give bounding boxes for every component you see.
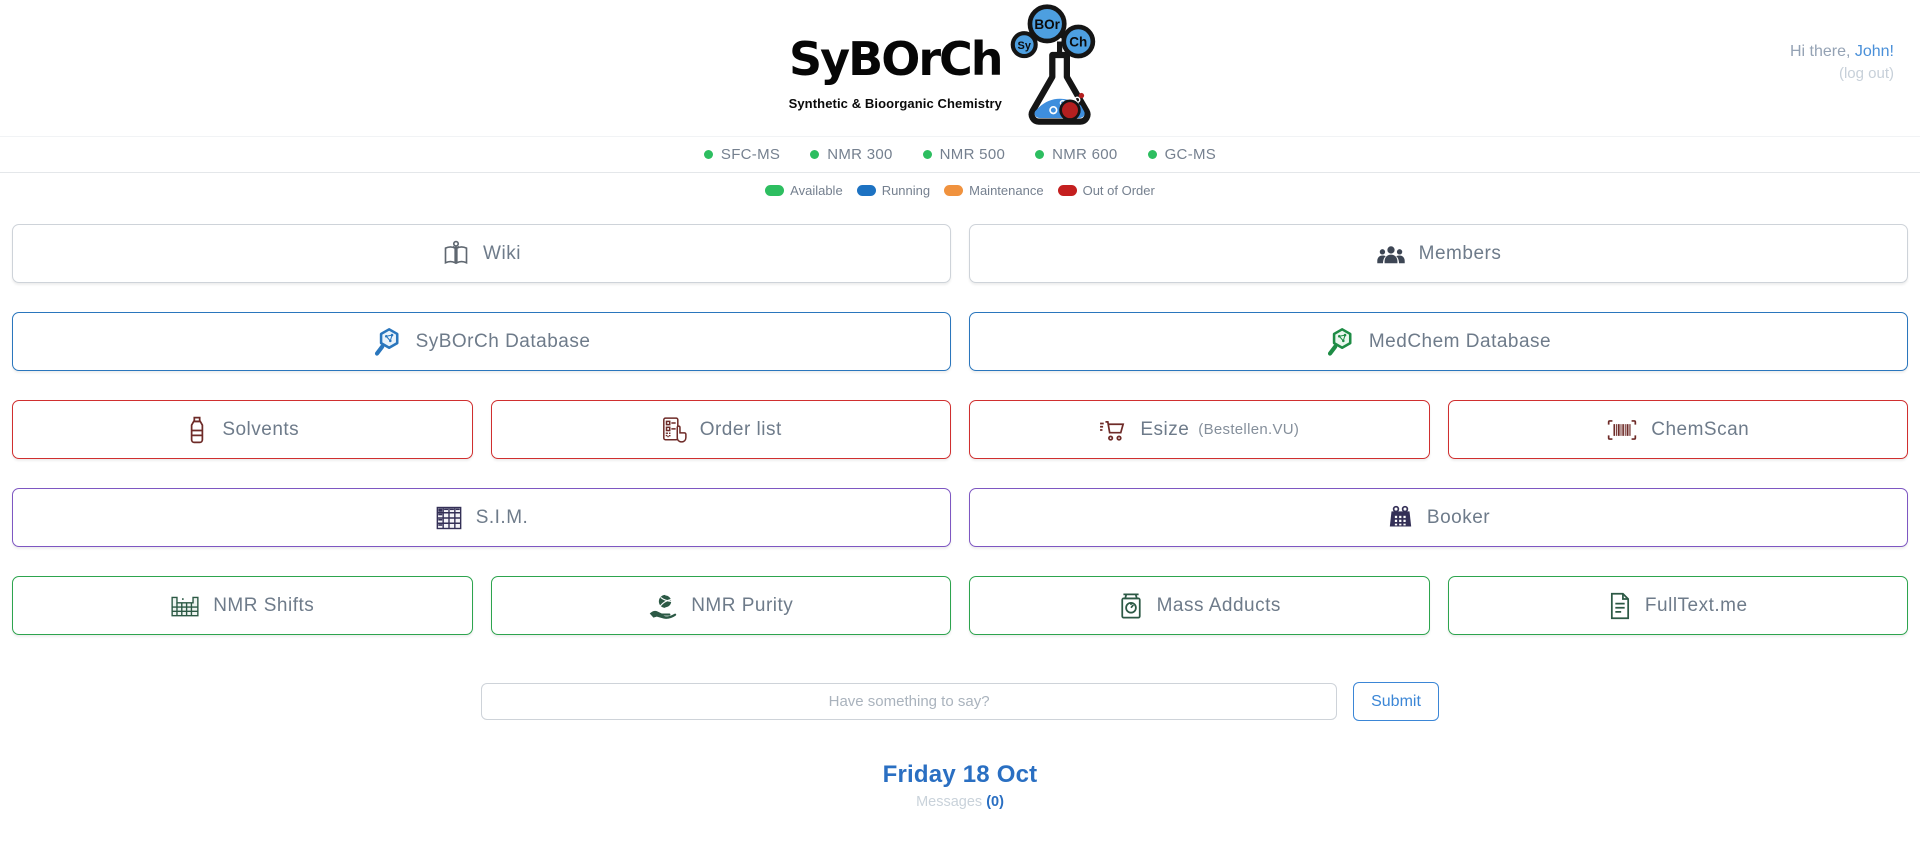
tile-label: SyBOrCh Database xyxy=(415,330,591,352)
current-date: Friday 18 Oct xyxy=(882,761,1038,788)
legend-pill-out-of-order xyxy=(1057,185,1077,196)
tile-solvents[interactable]: Solvents xyxy=(12,400,473,459)
logo-title: SyBOrCh xyxy=(789,32,1003,86)
tile-mass-adducts[interactable]: Mass Adducts xyxy=(969,576,1430,635)
tile-medchem-database[interactable]: MedChem Database xyxy=(969,312,1908,371)
instrument-nmr-500[interactable]: NMR 500 xyxy=(922,146,1005,163)
tile-label: FullText.me xyxy=(1644,594,1748,616)
tile-chemscan[interactable]: ChemScan xyxy=(1447,400,1908,459)
tile-label: S.I.M. xyxy=(475,506,529,528)
tile-label: ChemScan xyxy=(1651,418,1750,440)
logo[interactable]: SyBOrCh Synthetic & Bioorganic Chemistry… xyxy=(789,4,1112,130)
members-people-icon xyxy=(1376,245,1405,263)
logo-bubble-bor: BOr xyxy=(1035,17,1061,32)
flask-logo-icon: BOr Ch Sy xyxy=(1011,4,1096,125)
tile-syborch-database[interactable]: SyBOrCh Database xyxy=(12,312,951,371)
instrument-nmr-600[interactable]: NMR 600 xyxy=(1035,146,1117,163)
greeting-text: Hi there, xyxy=(1789,43,1855,60)
status-dot-available xyxy=(703,150,713,159)
tile-members[interactable]: Members xyxy=(969,224,1908,283)
tile-label: Mass Adducts xyxy=(1156,594,1281,616)
tile-order-list[interactable]: Order list xyxy=(490,400,951,459)
messages-line[interactable]: Messages (0) xyxy=(0,794,1920,810)
shopping-cart-icon xyxy=(1100,420,1125,441)
legend-running: Running xyxy=(856,183,930,198)
document-icon xyxy=(1610,592,1629,619)
tile-label: Members xyxy=(1418,242,1502,264)
instrument-status-bar: SFC-MS NMR 300 NMR 500 NMR 600 GC-MS xyxy=(0,136,1920,173)
tile-label: MedChem Database xyxy=(1368,330,1552,352)
tile-label: NMR Shifts xyxy=(213,594,315,616)
tile-label: NMR Purity xyxy=(691,594,794,616)
status-dot-available xyxy=(1147,150,1157,159)
tile-sim[interactable]: S.I.M. xyxy=(12,488,951,547)
legend-available: Available xyxy=(765,183,843,198)
greeting-username: John! xyxy=(1854,43,1894,60)
legend-pill-maintenance xyxy=(944,185,964,196)
tile-label: Solvents xyxy=(222,418,300,440)
legend-pill-running xyxy=(856,185,876,196)
bottle-icon xyxy=(191,416,204,443)
logo-bubble-ch: Ch xyxy=(1070,35,1088,50)
calendar-icon xyxy=(1389,505,1412,527)
wiki-book-icon xyxy=(444,240,468,264)
tile-sublabel: (Bestellen.VU) xyxy=(1198,421,1300,438)
greeting: Hi there, John! (log out) xyxy=(1790,40,1894,85)
app-tile-grid: Wiki Members SyBOrCh Database MedChem Da… xyxy=(12,224,1908,635)
legend-out-of-order: Out of Order xyxy=(1057,183,1155,198)
periodic-table-icon xyxy=(171,596,199,616)
message-composer: Submit xyxy=(0,682,1920,721)
status-dot-available xyxy=(810,150,820,159)
status-legend: Available Running Maintenance Out of Ord… xyxy=(0,183,1920,198)
tile-nmr-shifts[interactable]: NMR Shifts xyxy=(12,576,473,635)
tile-fulltext[interactable]: FullText.me xyxy=(1447,576,1908,635)
header: SyBOrCh Synthetic & Bioorganic Chemistry… xyxy=(0,0,1920,136)
instrument-sfc-ms[interactable]: SFC-MS xyxy=(703,146,780,163)
message-input[interactable] xyxy=(481,683,1338,720)
barcode-icon xyxy=(1608,419,1637,440)
tile-booker[interactable]: Booker xyxy=(969,488,1908,547)
logout-link[interactable]: (log out) xyxy=(1790,63,1894,85)
molecule-search-icon xyxy=(374,327,399,356)
scale-icon xyxy=(1120,592,1141,619)
spreadsheet-table-icon xyxy=(436,506,462,529)
tile-esize[interactable]: Esize (Bestellen.VU) xyxy=(969,400,1430,459)
tile-label: Wiki xyxy=(483,242,521,264)
tile-label: Order list xyxy=(699,418,782,440)
logo-bubble-sy: Sy xyxy=(1018,40,1031,52)
legend-maintenance: Maintenance xyxy=(944,183,1044,198)
tile-label: Esize xyxy=(1140,418,1190,440)
footer: Friday 18 Oct Messages (0) xyxy=(0,761,1920,810)
molecule-search-icon xyxy=(1327,327,1352,356)
hand-molecule-icon xyxy=(649,593,677,619)
messages-label: Messages xyxy=(916,794,987,810)
instrument-nmr-300[interactable]: NMR 300 xyxy=(810,146,892,163)
logo-subtitle: Synthetic & Bioorganic Chemistry xyxy=(788,96,1003,111)
status-dot-available xyxy=(1035,150,1045,159)
instrument-gc-ms[interactable]: GC-MS xyxy=(1147,146,1217,163)
checklist-hand-icon xyxy=(662,416,687,443)
submit-button[interactable]: Submit xyxy=(1353,682,1439,721)
tile-label: Booker xyxy=(1426,506,1491,528)
tile-nmr-purity[interactable]: NMR Purity xyxy=(490,576,951,635)
status-dot-available xyxy=(922,150,932,159)
legend-pill-available xyxy=(765,185,785,196)
messages-count: (0) xyxy=(986,794,1004,810)
tile-wiki[interactable]: Wiki xyxy=(12,224,951,283)
